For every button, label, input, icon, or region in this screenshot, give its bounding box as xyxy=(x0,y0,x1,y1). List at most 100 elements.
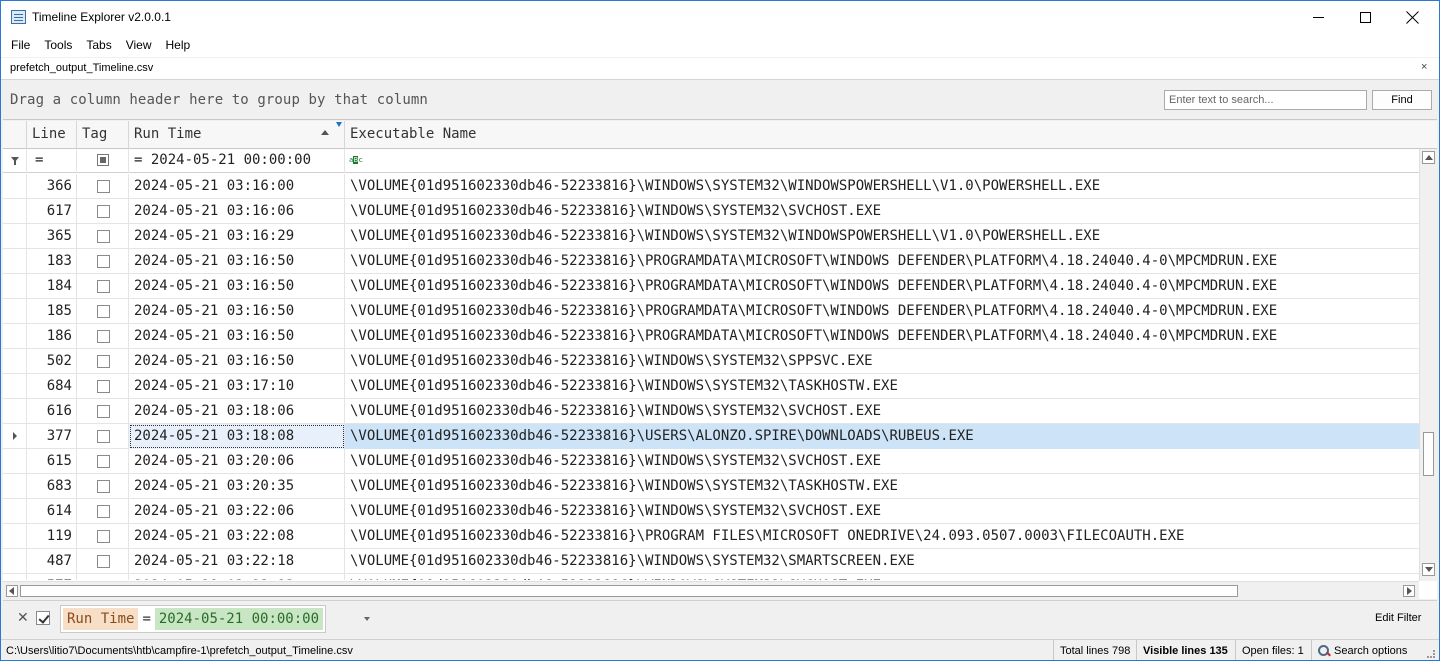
filter-cell-executable-name[interactable]: aBc xyxy=(345,149,1419,173)
cell-tag[interactable] xyxy=(77,399,129,424)
cell-tag[interactable] xyxy=(77,249,129,274)
menu-tabs[interactable]: Tabs xyxy=(79,33,118,57)
cell-executable-name[interactable]: \VOLUME{01d951602330db46-52233816}\WINDO… xyxy=(345,224,1419,249)
row-indicator[interactable] xyxy=(3,349,27,374)
menu-file[interactable]: File xyxy=(4,33,37,57)
resize-grip-icon[interactable] xyxy=(1427,650,1435,658)
row-indicator[interactable] xyxy=(3,299,27,324)
cell-executable-name[interactable]: \VOLUME{01d951602330db46-52233816}\WINDO… xyxy=(345,449,1419,474)
cell-tag[interactable] xyxy=(77,374,129,399)
cell-tag[interactable] xyxy=(77,299,129,324)
group-panel[interactable]: Drag a column header here to group by th… xyxy=(3,81,1437,120)
row-indicator[interactable] xyxy=(3,174,27,199)
table-row[interactable]: 683 2024-05-21 03:20:35 \VOLUME{01d9516023… xyxy=(3,474,1419,499)
row-indicator[interactable] xyxy=(3,399,27,424)
edit-filter-button[interactable]: Edit Filter xyxy=(1375,612,1421,624)
cell-run-time[interactable]: 2024-05-21 03:23:13 xyxy=(129,574,345,580)
cell-tag[interactable] xyxy=(77,449,129,474)
column-header-executable-name[interactable]: Executable Name xyxy=(345,121,1437,149)
cell-run-time[interactable]: 2024-05-21 03:16:50 xyxy=(129,249,345,274)
row-indicator[interactable] xyxy=(3,499,27,524)
row-indicator[interactable] xyxy=(3,274,27,299)
enable-filter-checkbox[interactable] xyxy=(36,611,50,625)
cell-line[interactable]: 577 xyxy=(27,574,77,580)
tag-checkbox[interactable] xyxy=(97,405,110,418)
cell-run-time[interactable]: 2024-05-21 03:18:08 xyxy=(129,424,345,449)
cell-line[interactable]: 186 xyxy=(27,324,77,349)
find-button[interactable]: Find xyxy=(1372,90,1432,110)
column-header-run-time[interactable]: Run Time xyxy=(129,121,345,149)
scroll-right-icon[interactable] xyxy=(1403,585,1415,597)
filter-cell-tag[interactable] xyxy=(77,149,129,173)
tag-checkbox[interactable] xyxy=(97,305,110,318)
table-row[interactable]: 615 2024-05-21 03:20:06 \VOLUME{01d9516023… xyxy=(3,449,1419,474)
cell-tag[interactable] xyxy=(77,524,129,549)
tag-checkbox[interactable] xyxy=(97,480,110,493)
cell-tag[interactable] xyxy=(77,349,129,374)
menu-tools[interactable]: Tools xyxy=(37,33,79,57)
tag-checkbox[interactable] xyxy=(97,430,110,443)
cell-executable-name[interactable]: \VOLUME{01d951602330db46-52233816}\PROGR… xyxy=(345,299,1419,324)
tag-checkbox[interactable] xyxy=(97,255,110,268)
cell-executable-name[interactable]: \VOLUME{01d951602330db46-52233816}\WINDO… xyxy=(345,399,1419,424)
tag-checkbox[interactable] xyxy=(97,205,110,218)
row-indicator[interactable] xyxy=(3,424,27,449)
column-filter-active-icon[interactable] xyxy=(336,122,342,127)
table-row[interactable]: 577 2024-05-21 03:23:13\VOLUME{01d9516023… xyxy=(3,574,1419,580)
cell-run-time[interactable]: 2024-05-21 03:16:50 xyxy=(129,299,345,324)
row-indicator[interactable] xyxy=(3,324,27,349)
cell-line[interactable]: 487 xyxy=(27,549,77,574)
column-header-line[interactable]: Line xyxy=(27,121,77,149)
cell-line[interactable]: 502 xyxy=(27,349,77,374)
cell-tag[interactable] xyxy=(77,499,129,524)
cell-tag[interactable] xyxy=(77,424,129,449)
scroll-left-icon[interactable] xyxy=(6,585,18,597)
table-row[interactable]: 614 2024-05-21 03:22:06 \VOLUME{01d9516023… xyxy=(3,499,1419,524)
table-row[interactable]: 366 2024-05-21 03:16:00 \VOLUME{01d9516023… xyxy=(3,174,1419,199)
cell-line[interactable]: 614 xyxy=(27,499,77,524)
horizontal-scroll-thumb[interactable] xyxy=(20,585,1238,597)
cell-run-time[interactable]: 2024-05-21 03:22:18 xyxy=(129,549,345,574)
tag-checkbox[interactable] xyxy=(97,180,110,193)
tag-checkbox[interactable] xyxy=(97,530,110,543)
table-row[interactable]: 183 2024-05-21 03:16:50 \VOLUME{01d9516023… xyxy=(3,249,1419,274)
clear-filter-icon[interactable]: ✕ xyxy=(17,609,29,626)
document-tab-close-icon[interactable]: × xyxy=(1421,61,1427,73)
maximize-button[interactable] xyxy=(1342,1,1388,33)
table-row[interactable]: 616 2024-05-21 03:18:06 \VOLUME{01d9516023… xyxy=(3,399,1419,424)
cell-executable-name[interactable]: \VOLUME{01d951602330db46-52233816}\WINDO… xyxy=(345,374,1419,399)
cell-run-time[interactable]: 2024-05-21 03:20:35 xyxy=(129,474,345,499)
tag-checkbox[interactable] xyxy=(97,355,110,368)
table-row[interactable]: 185 2024-05-21 03:16:50 \VOLUME{01d9516023… xyxy=(3,299,1419,324)
tag-checkbox[interactable] xyxy=(97,505,110,518)
cell-tag[interactable] xyxy=(77,274,129,299)
row-indicator[interactable] xyxy=(3,224,27,249)
document-tab[interactable]: prefetch_output_Timeline.csv × xyxy=(1,58,1439,80)
row-indicator[interactable] xyxy=(3,449,27,474)
table-row[interactable]: 119 2024-05-21 03:22:08 \VOLUME{01d9516023… xyxy=(3,524,1419,549)
close-button[interactable] xyxy=(1389,1,1435,33)
vertical-scrollbar[interactable] xyxy=(1419,149,1437,581)
cell-line[interactable]: 183 xyxy=(27,249,77,274)
cell-line[interactable]: 684 xyxy=(27,374,77,399)
tag-checkbox[interactable] xyxy=(97,280,110,293)
cell-executable-name[interactable]: \VOLUME{01d951602330db46-52233816}\WINDO… xyxy=(345,549,1419,574)
menu-view[interactable]: View xyxy=(119,33,159,57)
cell-tag[interactable] xyxy=(77,549,129,574)
cell-executable-name[interactable]: \VOLUME{01d951602330db46-52233816}\USERS… xyxy=(345,424,1419,449)
table-row[interactable]: 617 2024-05-21 03:16:06 \VOLUME{01d9516023… xyxy=(3,199,1419,224)
table-row[interactable]: 502 2024-05-21 03:16:50 \VOLUME{01d9516023… xyxy=(3,349,1419,374)
cell-line[interactable]: 617 xyxy=(27,199,77,224)
row-indicator[interactable] xyxy=(3,474,27,499)
cell-run-time[interactable]: 2024-05-21 03:16:50 xyxy=(129,324,345,349)
cell-run-time[interactable]: 2024-05-21 03:16:29 xyxy=(129,224,345,249)
row-indicator[interactable] xyxy=(3,574,27,580)
cell-run-time[interactable]: 2024-05-21 03:16:06 xyxy=(129,199,345,224)
cell-run-time[interactable]: 2024-05-21 03:20:06 xyxy=(129,449,345,474)
column-header-tag[interactable]: Tag xyxy=(77,121,129,149)
cell-line[interactable]: 366 xyxy=(27,174,77,199)
cell-line[interactable]: 365 xyxy=(27,224,77,249)
cell-executable-name[interactable]: \VOLUME{01d951602330db46-52233816}\PROGR… xyxy=(345,324,1419,349)
tag-checkbox[interactable] xyxy=(97,380,110,393)
filter-expression[interactable]: Run Time = 2024-05-21 00:00:00 xyxy=(60,605,327,633)
